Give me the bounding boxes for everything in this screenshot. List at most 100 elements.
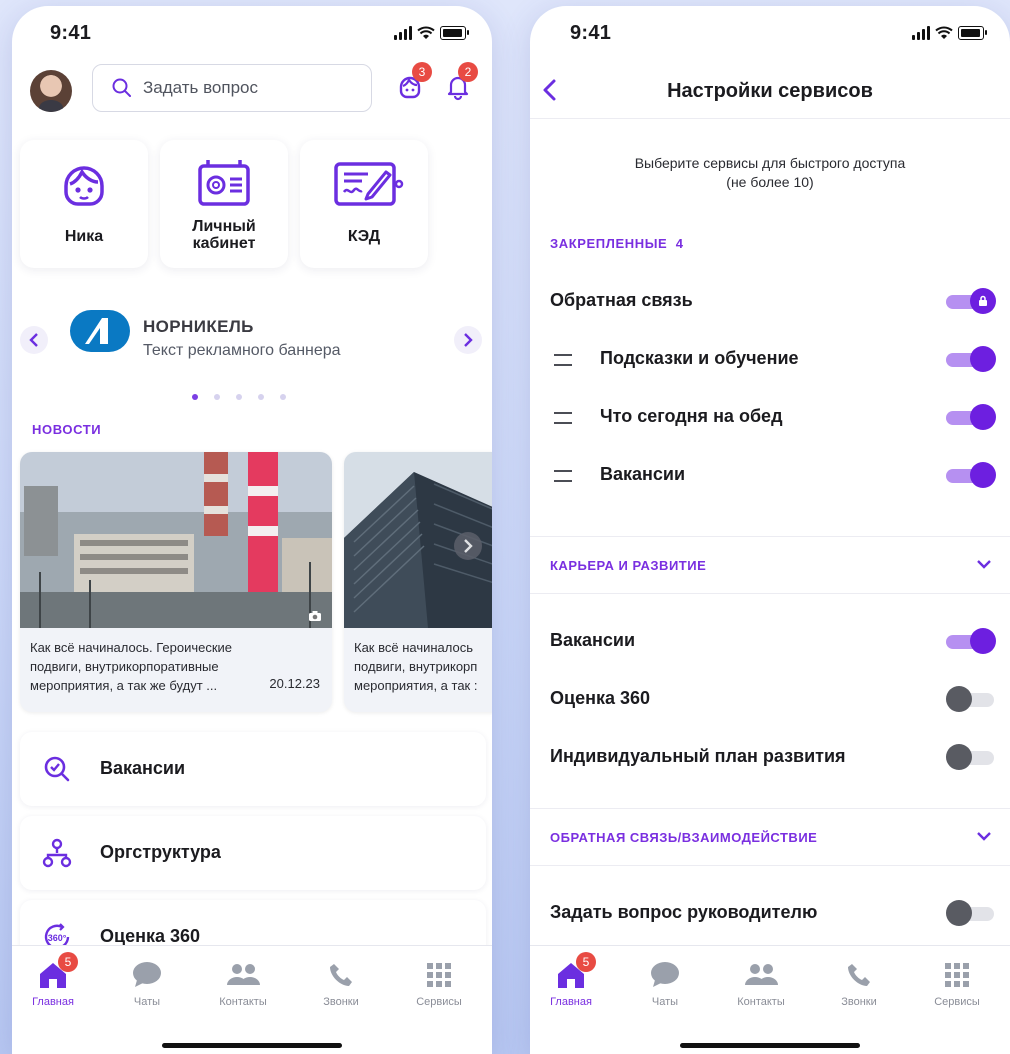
pinned-row-feedback: Обратная связь — [530, 272, 1010, 330]
pagination-dot[interactable] — [214, 394, 220, 400]
home-screen: 9:41 Задать вопрос 3 2 Ника Личный кабин — [12, 6, 492, 1054]
pagination-dot[interactable] — [258, 394, 264, 400]
tab-home[interactable]: 5 Главная — [536, 952, 606, 1008]
list-item-label: Оргструктура — [100, 842, 221, 862]
news-image — [20, 452, 332, 628]
service-settings-screen: 9:41 Настройки сервисов Выберите сервисы… — [530, 6, 1010, 1054]
tab-bar: 5 Главная Чаты Контакты Звонки Сервисы — [12, 945, 492, 1054]
org-structure-icon — [42, 838, 72, 868]
toggle[interactable] — [946, 346, 996, 372]
chevron-right-icon — [464, 333, 473, 347]
avatar[interactable] — [30, 70, 72, 112]
tab-chats[interactable]: Чаты — [630, 958, 700, 1008]
pinned-row-vacancies: Вакансии — [530, 446, 1010, 504]
career-row-development-plan: Индивидуальный план развития — [530, 728, 1010, 786]
search-placeholder: Задать вопрос — [143, 78, 258, 97]
wifi-icon — [417, 26, 435, 39]
banner-text: Текст рекламного баннера — [143, 342, 341, 359]
camera-icon — [309, 611, 321, 621]
toggle-locked — [946, 288, 996, 314]
banner-brand: НОРНИКЕЛЬ — [143, 317, 254, 336]
tab-calls[interactable]: Звонки — [306, 958, 376, 1008]
tile-ked[interactable]: КЭД — [300, 140, 428, 268]
tile-personal-cabinet[interactable]: Личный кабинет — [160, 140, 288, 268]
section-career[interactable]: КАРЬЕРА И РАЗВИТИЕ — [530, 536, 1010, 594]
chevron-left-icon — [29, 333, 38, 347]
home-badge: 5 — [58, 952, 78, 972]
toggle[interactable] — [946, 404, 996, 430]
drag-handle-icon[interactable] — [554, 354, 572, 366]
bot-button[interactable]: 3 — [394, 62, 432, 102]
svg-text:360°: 360° — [48, 933, 67, 943]
toggle[interactable] — [946, 900, 996, 926]
list-item-org-structure[interactable]: Оргструктура — [20, 816, 486, 890]
profile-card-icon — [198, 160, 250, 206]
tab-services[interactable]: Сервисы — [404, 958, 474, 1008]
tile-label: Ника — [64, 228, 104, 245]
battery-icon — [440, 26, 469, 40]
phone-icon — [848, 964, 870, 986]
chevron-down-icon — [977, 560, 991, 569]
hint-text: Выберите сервисы для быстрого доступа (н… — [634, 155, 906, 190]
tab-calls[interactable]: Звонки — [824, 958, 894, 1008]
news-card[interactable]: Как всё начиналось подвиги, внутрикорп м… — [344, 452, 492, 712]
banner-prev-button[interactable] — [20, 326, 48, 354]
toggle[interactable] — [946, 686, 996, 712]
screen-header: Настройки сервисов — [530, 62, 1010, 119]
contacts-icon — [745, 964, 778, 985]
home-header: Задать вопрос 3 2 — [12, 62, 492, 128]
news-section-title: НОВОСТИ — [32, 422, 102, 437]
search-input[interactable]: Задать вопрос — [92, 64, 372, 112]
toggle[interactable] — [946, 744, 996, 770]
tile-nika[interactable]: Ника — [20, 140, 148, 268]
feedback-row-ask-manager: Задать вопрос руководителю — [530, 884, 1010, 942]
tile-label: Личный кабинет — [192, 218, 256, 252]
news-card[interactable]: Как всё начиналось. Героические подвиги,… — [20, 452, 332, 712]
chevron-right-icon — [464, 539, 473, 553]
search-check-icon — [44, 756, 70, 782]
home-indicator — [680, 1043, 860, 1048]
news-next-button[interactable] — [454, 532, 482, 560]
news-text: Как всё начиналось подвиги, внутрикорп м… — [354, 640, 478, 693]
tab-chats[interactable]: Чаты — [112, 958, 182, 1008]
home-badge: 5 — [576, 952, 596, 972]
bot-badge: 3 — [412, 62, 432, 82]
news-text: Как всё начиналось. Героические подвиги,… — [30, 640, 233, 693]
signed-document-icon — [334, 162, 404, 206]
toggle[interactable] — [946, 628, 996, 654]
lock-icon — [979, 295, 987, 306]
search-icon — [112, 78, 131, 97]
tab-contacts[interactable]: Контакты — [726, 958, 796, 1008]
chat-icon — [133, 962, 161, 987]
drag-handle-icon[interactable] — [554, 412, 572, 424]
promo-banner[interactable]: НОРНИКЕЛЬ Текст рекламного баннера — [12, 298, 492, 408]
news-date: 20.12.23 — [269, 676, 320, 691]
section-feedback[interactable]: ОБРАТНАЯ СВЯЗЬ/ВЗАИМОДЕЙСТВИЕ — [530, 808, 1010, 866]
grid-icon — [945, 963, 969, 987]
clock: 9:41 — [570, 22, 612, 44]
phone-icon — [330, 964, 352, 986]
signal-icon — [394, 26, 412, 40]
tab-contacts[interactable]: Контакты — [208, 958, 278, 1008]
pagination-dot[interactable] — [192, 394, 198, 400]
nornickel-logo — [70, 310, 130, 352]
list-item-label: Оценка 360 — [100, 926, 201, 946]
banner-next-button[interactable] — [454, 326, 482, 354]
list-item-vacancies[interactable]: Вакансии — [20, 732, 486, 806]
drag-handle-icon[interactable] — [554, 470, 572, 482]
tab-home[interactable]: 5 Главная — [18, 952, 88, 1008]
pagination-dot[interactable] — [236, 394, 242, 400]
grid-icon — [427, 963, 451, 987]
pagination-dot[interactable] — [280, 394, 286, 400]
notifications-button[interactable]: 2 — [442, 62, 478, 102]
battery-icon — [958, 26, 987, 40]
chevron-down-icon — [977, 832, 991, 841]
notifications-badge: 2 — [458, 62, 478, 82]
toggle[interactable] — [946, 462, 996, 488]
home-indicator — [162, 1043, 342, 1048]
tab-services[interactable]: Сервисы — [922, 958, 992, 1008]
list-item-label: Вакансии — [100, 758, 186, 778]
nika-bot-icon — [64, 166, 104, 206]
pinned-count: 4 — [675, 236, 684, 251]
career-row-vacancies: Вакансии — [530, 612, 1010, 670]
